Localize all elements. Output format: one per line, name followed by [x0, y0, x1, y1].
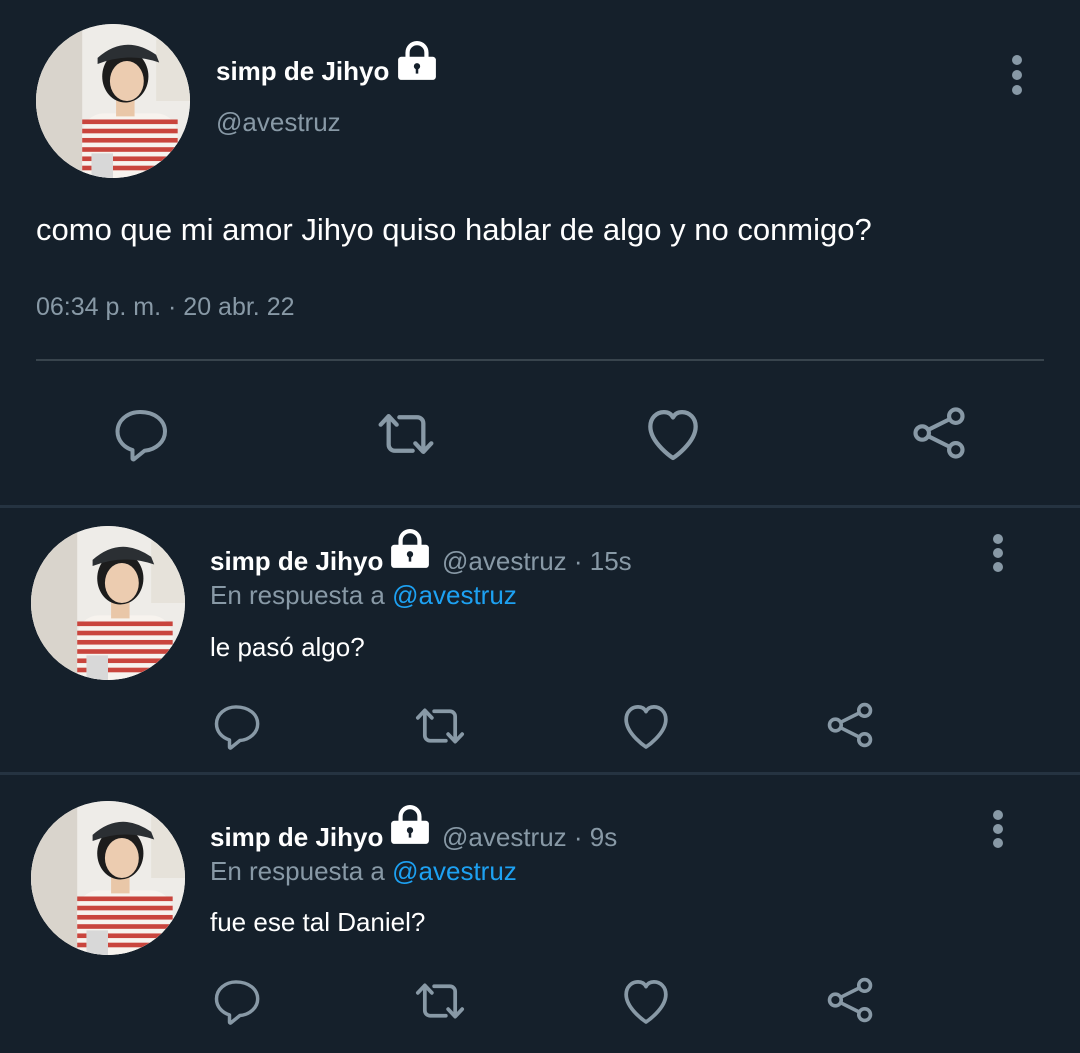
reply-prefix: En respuesta a	[210, 856, 385, 886]
retweet-icon	[412, 973, 468, 1029]
share-button[interactable]	[823, 973, 877, 1027]
lock-icon	[389, 528, 431, 570]
like-button[interactable]	[618, 973, 674, 1029]
retweet-button[interactable]	[374, 402, 438, 466]
reply-avatar[interactable]	[31, 526, 185, 680]
retweet-button[interactable]	[412, 698, 468, 754]
main-display-name[interactable]: simp de Jihyo	[216, 56, 389, 87]
share-icon	[823, 973, 877, 1027]
reply-button[interactable]	[110, 404, 170, 464]
more-vertical-icon[interactable]	[988, 810, 1008, 854]
mention-link[interactable]: @avestruz	[392, 580, 517, 610]
reply-display-name[interactable]: simp de Jihyo	[210, 822, 383, 853]
share-button[interactable]	[823, 698, 877, 752]
section-divider	[0, 505, 1080, 508]
retweet-button[interactable]	[412, 973, 468, 1029]
reply-text: le pasó algo?	[210, 632, 365, 662]
lock-icon	[396, 40, 438, 82]
more-vertical-icon[interactable]	[1007, 55, 1027, 99]
main-handle[interactable]: @avestruz	[216, 107, 341, 138]
reply-context: En respuesta a @avestruz	[210, 580, 517, 611]
reply-button[interactable]	[210, 700, 262, 752]
reply-prefix: En respuesta a	[210, 580, 385, 610]
share-button[interactable]	[908, 402, 970, 464]
main-tweet-text: como que mi amor Jihyo quiso hablar de a…	[36, 212, 872, 247]
section-divider	[0, 772, 1080, 775]
like-icon	[641, 402, 705, 466]
reply-context: En respuesta a @avestruz	[210, 856, 517, 887]
main-avatar[interactable]	[36, 24, 190, 178]
share-icon	[908, 402, 970, 464]
like-icon	[618, 698, 674, 754]
retweet-icon	[412, 698, 468, 754]
like-button[interactable]	[618, 698, 674, 754]
reply-avatar[interactable]	[31, 801, 185, 955]
share-icon	[823, 698, 877, 752]
lock-icon	[389, 804, 431, 846]
reply-text: fue ese tal Daniel?	[210, 907, 426, 937]
divider	[36, 359, 1044, 361]
like-icon	[618, 973, 674, 1029]
reply-icon	[210, 700, 262, 752]
reply-button[interactable]	[210, 975, 262, 1027]
reply-display-name[interactable]: simp de Jihyo	[210, 546, 383, 577]
more-vertical-icon[interactable]	[988, 534, 1008, 578]
like-button[interactable]	[641, 402, 705, 466]
retweet-icon	[374, 402, 438, 466]
reply-icon	[210, 975, 262, 1027]
reply-handle-time[interactable]: @avestruz · 15s	[442, 546, 632, 577]
mention-link[interactable]: @avestruz	[392, 856, 517, 886]
reply-handle-time[interactable]: @avestruz · 9s	[442, 822, 617, 853]
main-timestamp[interactable]: 06:34 p. m. · 20 abr. 22	[36, 293, 295, 322]
reply-icon	[110, 404, 170, 464]
